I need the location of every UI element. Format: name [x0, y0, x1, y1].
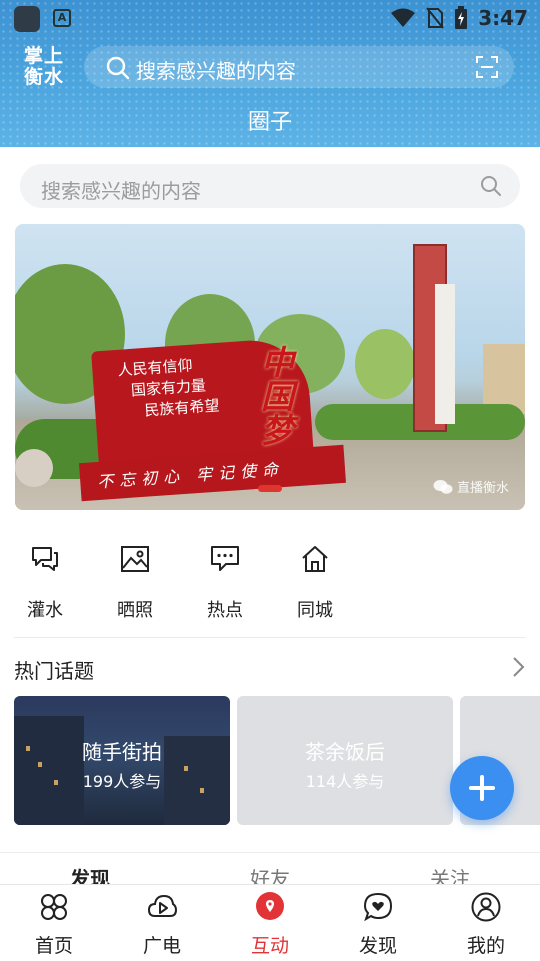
- watermark-text: 直播衡水: [456, 481, 509, 496]
- tab-discover[interactable]: 发现: [70, 863, 110, 886]
- play-cloud-icon: [147, 894, 177, 917]
- quick-action-label: 同城: [297, 600, 333, 621]
- divider: [14, 637, 526, 638]
- quick-action-label: 灌水: [27, 600, 63, 621]
- header-search-bar[interactable]: 搜索感兴趣的内容: [84, 46, 514, 88]
- message-dots-icon: [211, 546, 239, 571]
- topic-card-street-snap[interactable]: 随手街拍 199人参与: [14, 696, 230, 825]
- quick-actions: 灌水 晒照 热点 同城: [0, 540, 540, 630]
- quick-action-shaizhao[interactable]: 晒照: [90, 540, 180, 630]
- plus-icon: [469, 775, 495, 801]
- header: A 3:47 掌上 衡水 搜索感兴趣的内容 圈子: [0, 0, 540, 147]
- logo-line-2: 衡水: [24, 66, 65, 88]
- search-icon: [481, 176, 501, 196]
- nav-item-home[interactable]: 首页: [0, 885, 108, 961]
- bottom-nav: 首页 广电 互动 发现 我的: [0, 884, 540, 960]
- stone-ball: [15, 449, 53, 487]
- font-app-icon: A: [53, 9, 71, 27]
- heart-chat-icon: [363, 892, 393, 922]
- status-time: 3:47: [478, 6, 528, 30]
- topic-card-participants: 114人参与: [305, 772, 385, 791]
- nav-label: 广电: [142, 935, 181, 957]
- topic-card-title: 随手街拍: [82, 740, 162, 764]
- nav-label: 互动: [250, 935, 289, 957]
- wechat-icon: [433, 479, 453, 494]
- topic-card-title: 茶余饭后: [305, 740, 385, 764]
- topic-card-chat[interactable]: 茶余饭后 114人参与: [237, 696, 453, 825]
- home-icon: [302, 546, 328, 572]
- page-title: 圈子: [247, 110, 292, 135]
- tab-friends[interactable]: 好友: [250, 863, 290, 886]
- watermark: 直播衡水: [433, 477, 509, 496]
- add-post-button[interactable]: [450, 756, 514, 820]
- image-icon: [121, 546, 149, 572]
- china-dream-text: 中国梦: [261, 343, 294, 450]
- chevron-right-icon[interactable]: [510, 656, 526, 678]
- tab-follow[interactable]: 关注: [430, 863, 470, 886]
- scan-icon[interactable]: [476, 56, 498, 78]
- wifi-icon: [391, 8, 416, 27]
- quick-action-label: 热点: [207, 600, 243, 621]
- nav-item-interact[interactable]: 互动: [216, 885, 324, 961]
- monument-text: 人民有信仰 国家有力量 民族有希望: [115, 354, 220, 424]
- logo-line-1: 掌上: [24, 45, 65, 67]
- header-search-placeholder: 搜索感兴趣的内容: [136, 59, 296, 83]
- nav-label: 首页: [34, 935, 73, 957]
- nav-item-broadcast[interactable]: 广电: [108, 885, 216, 961]
- search-input[interactable]: 搜索感兴趣的内容: [20, 164, 520, 208]
- search-icon: [106, 56, 130, 80]
- nav-item-discover[interactable]: 发现: [324, 885, 432, 961]
- quick-action-label: 晒照: [117, 600, 153, 621]
- battery-charging-icon: [455, 6, 468, 29]
- tower-sign: [435, 284, 455, 424]
- quick-action-guanshui[interactable]: 灌水: [0, 540, 90, 630]
- search-placeholder: 搜索感兴趣的内容: [41, 179, 201, 203]
- hot-topics-title: 热门话题: [14, 659, 94, 683]
- nav-label: 我的: [466, 935, 505, 957]
- status-bar: A 3:47: [0, 0, 540, 36]
- topic-card-participants: 199人参与: [82, 772, 162, 791]
- tree-right: [355, 329, 415, 399]
- user-icon: [471, 892, 501, 922]
- app-notification-icon: [14, 6, 40, 32]
- carousel-indicator[interactable]: [258, 485, 282, 492]
- chat-bubbles-icon: [32, 547, 58, 571]
- location-pin-icon: [256, 892, 284, 920]
- feed-tabs: 发现 好友 关注: [0, 852, 540, 886]
- app-logo[interactable]: 掌上 衡水: [24, 46, 68, 88]
- quick-action-redian[interactable]: 热点: [180, 540, 270, 630]
- banner-carousel[interactable]: 人民有信仰 国家有力量 民族有希望 不忘初心 牢记使命 中国梦 直播衡水: [15, 224, 525, 510]
- nav-label: 发现: [358, 935, 397, 957]
- status-indicators: 3:47: [390, 4, 528, 32]
- no-sim-icon: [426, 7, 445, 29]
- quick-action-tongcheng[interactable]: 同城: [270, 540, 360, 630]
- nav-item-mine[interactable]: 我的: [432, 885, 540, 961]
- clover-icon: [41, 894, 67, 920]
